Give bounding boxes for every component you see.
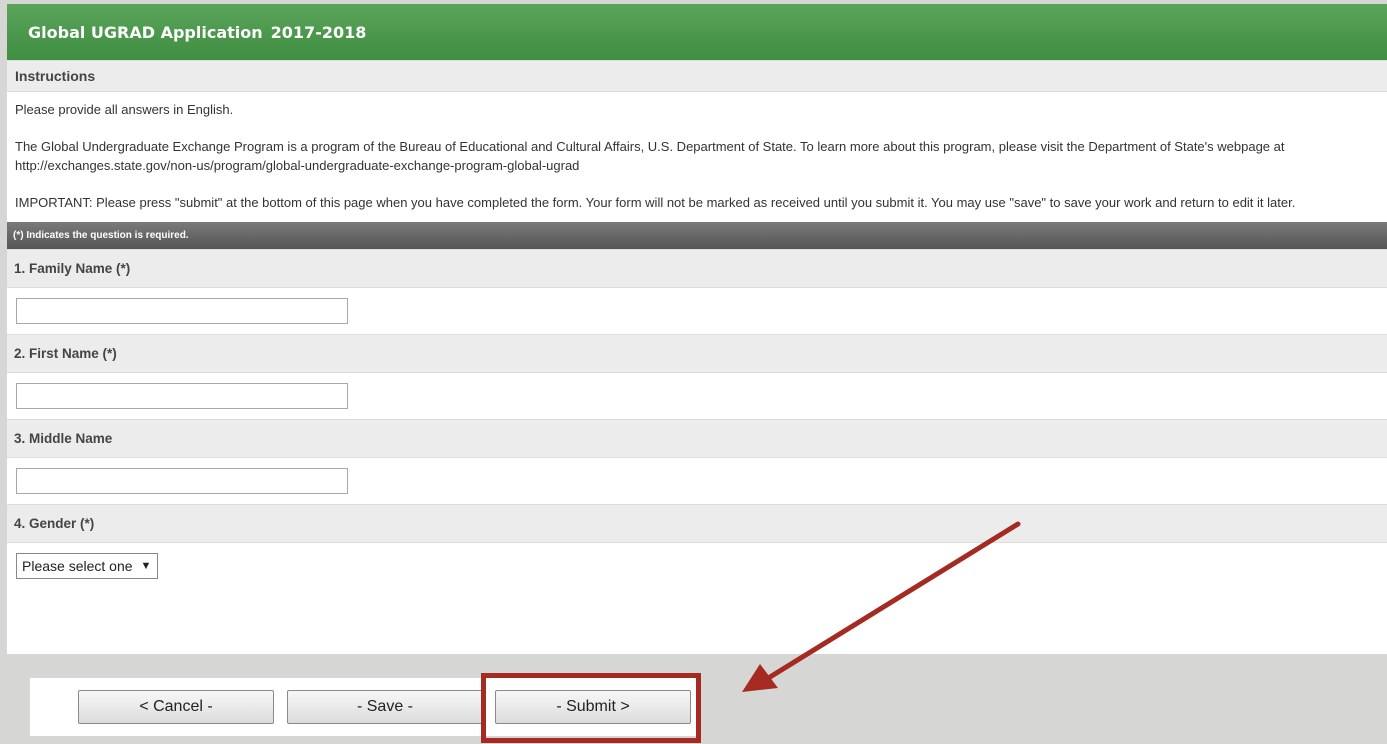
annotation-arrow [742, 521, 1021, 692]
